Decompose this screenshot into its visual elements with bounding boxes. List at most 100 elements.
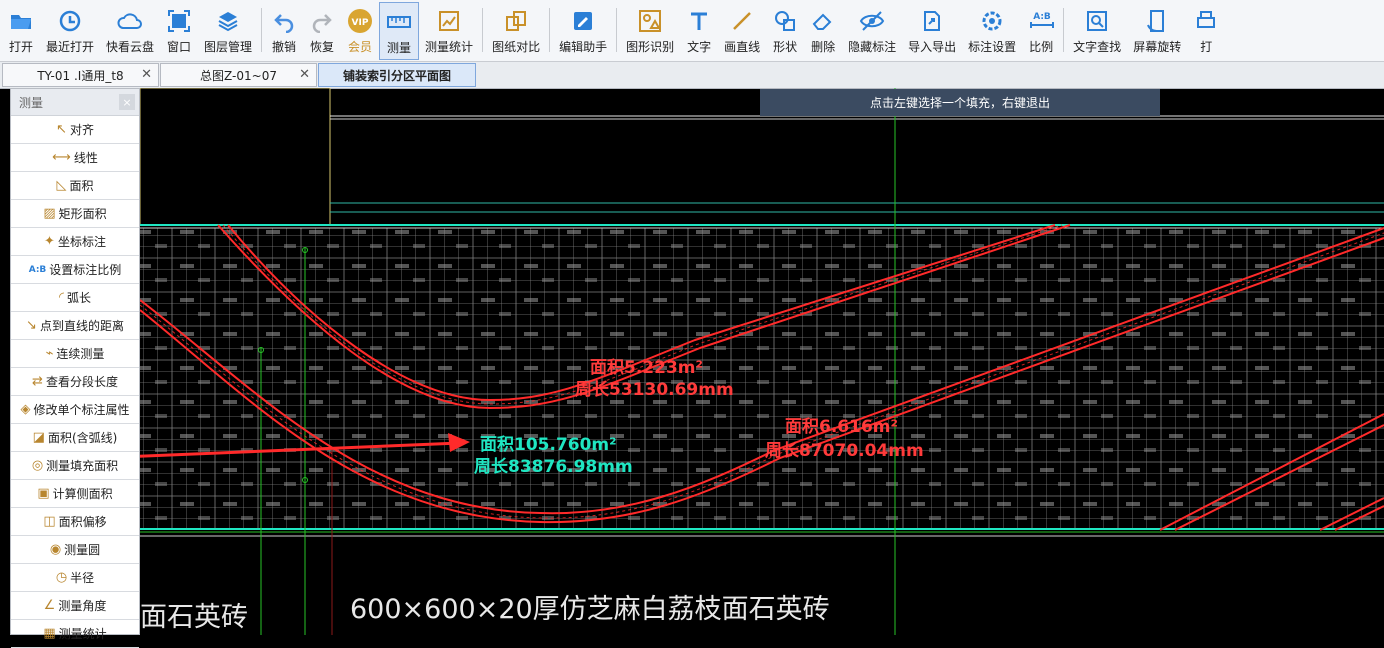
tool-align[interactable]: ↖ 对齐 xyxy=(11,116,139,144)
segment-length-icon: ⇄ xyxy=(32,374,43,389)
tool-label: 测量填充面积 xyxy=(46,459,119,473)
tool-linear[interactable]: ⟷ 线性 xyxy=(11,144,139,172)
measure-icon xyxy=(386,9,412,35)
toolbar-button-eraser[interactable]: 删除 xyxy=(804,2,842,60)
toolbar-separator xyxy=(482,8,484,52)
annotation-perimeter-1: 周长53130.69mm xyxy=(575,379,734,400)
tool-label: 面积偏移 xyxy=(58,515,107,529)
toolbar-button-window[interactable]: 窗口 xyxy=(160,2,198,60)
toolbar-button-shape-recognition[interactable]: 图形识别 xyxy=(620,2,680,60)
tab-ty01[interactable]: TY-01 .I通用_t8 ✕ xyxy=(2,63,159,87)
tool-area[interactable]: ◺ 面积 xyxy=(11,172,139,200)
tool-label: 坐标标注 xyxy=(57,235,106,249)
toolbar-button-label: 图层管理 xyxy=(204,40,253,54)
toolbar-button-print[interactable]: 打 xyxy=(1187,2,1225,60)
toolbar-button-edit-assistant[interactable]: 编辑助手 xyxy=(553,2,613,60)
tool-edit-annotation[interactable]: ◈ 修改单个标注属性 xyxy=(11,396,139,424)
toolbar-button-line[interactable]: 画直线 xyxy=(718,2,766,60)
scale-icon: A:B xyxy=(1028,8,1055,34)
svg-text:VIP: VIP xyxy=(352,18,369,28)
toolbar-button-annotation-settings[interactable]: 标注设置 xyxy=(962,2,1022,60)
tool-stats[interactable]: ▦ 测量统计 xyxy=(11,620,139,648)
toolbar-button-label: 文字查找 xyxy=(1073,40,1122,54)
area-offset-icon: ◫ xyxy=(43,514,56,529)
tab-zongtu[interactable]: 总图Z-01~07 ✕ xyxy=(160,63,317,87)
toolbar-button-redo[interactable]: 恢复 xyxy=(303,2,341,60)
arc-length-icon: ◜ xyxy=(58,290,65,305)
tool-segment-length[interactable]: ⇄ 查看分段长度 xyxy=(11,368,139,396)
stats-icon: ▦ xyxy=(43,626,56,641)
tool-scale-setting[interactable]: A:B 设置标注比例 xyxy=(11,256,139,284)
tool-radius[interactable]: ◷ 半径 xyxy=(11,564,139,592)
tool-label: 面积 xyxy=(69,179,94,193)
tool-label: 测量角度 xyxy=(58,599,107,613)
tool-label: 连续测量 xyxy=(56,347,105,361)
toolbar-button-label: 测量 xyxy=(387,41,412,55)
material-caption-partial: 面石英砖 xyxy=(140,602,248,633)
toolbar-button-text-search[interactable]: 文字查找 xyxy=(1067,2,1127,60)
toolbar-button-open-folder[interactable]: 打开 xyxy=(2,2,40,60)
toolbar-button-compare[interactable]: 图纸对比 xyxy=(486,2,546,60)
toolbar-button-scale[interactable]: A:B 比例 xyxy=(1022,2,1060,60)
annotation-perimeter-2: 周长83876.98mm xyxy=(474,456,633,477)
status-hint: 点击左键选择一个填充，右键退出 xyxy=(760,89,1160,116)
tool-label: 点到直线的距离 xyxy=(39,319,124,333)
toolbar-button-measure-stats[interactable]: 测量统计 xyxy=(419,2,479,60)
tool-label: 计算侧面积 xyxy=(52,487,113,501)
toolbar-button-label: 测量统计 xyxy=(425,40,474,54)
toolbar-button-shape[interactable]: 形状 xyxy=(766,2,804,60)
toolbar-button-label: 标注设置 xyxy=(968,40,1017,54)
toolbar-button-label: 隐藏标注 xyxy=(848,40,897,54)
tool-arc-area[interactable]: ◪ 面积(含弧线) xyxy=(11,424,139,452)
window-icon xyxy=(166,8,192,34)
toolbar-button-vip[interactable]: VIP 会员 xyxy=(341,2,379,60)
rotate-screen-icon xyxy=(1144,8,1170,34)
annotation-settings-icon xyxy=(979,8,1005,34)
tool-fill-area[interactable]: ◎ 测量填充面积 xyxy=(11,452,139,480)
circle-measure-icon: ◉ xyxy=(49,542,62,557)
toolbar-button-cloud[interactable]: 快看云盘 xyxy=(100,2,160,60)
recent-icon xyxy=(57,8,83,34)
compare-icon xyxy=(503,8,529,34)
tool-rect-area[interactable]: ▨ 矩形面积 xyxy=(11,200,139,228)
toolbar-button-recent[interactable]: 最近打开 xyxy=(40,2,100,60)
toolbar-separator xyxy=(1063,8,1065,52)
tool-area-offset[interactable]: ◫ 面积偏移 xyxy=(11,508,139,536)
toolbar-button-label: 屏幕旋转 xyxy=(1133,40,1182,54)
annotation-perimeter-3: 周长87070.04mm xyxy=(765,440,924,461)
toolbar-button-label: 形状 xyxy=(773,40,798,54)
toolbar-button-hide-annotation[interactable]: 隐藏标注 xyxy=(842,2,902,60)
toolbar-button-layers[interactable]: 图层管理 xyxy=(198,2,258,60)
scale-setting-icon: A:B xyxy=(28,264,47,275)
tool-label: 测量圆 xyxy=(64,543,101,557)
tool-circle-measure[interactable]: ◉ 测量圆 xyxy=(11,536,139,564)
arc-area-icon: ◪ xyxy=(32,430,45,445)
edit-annotation-icon: ◈ xyxy=(20,402,31,417)
toolbar-button-rotate-screen[interactable]: 屏幕旋转 xyxy=(1127,2,1187,60)
tool-label: 对齐 xyxy=(69,123,94,137)
annotation-area-1: 面积5.223m² xyxy=(590,358,703,378)
close-icon[interactable]: ✕ xyxy=(141,67,152,82)
drawing-canvas[interactable]: 面积5.223m² 周长53130.69mm 面积105.760m² 周长838… xyxy=(0,88,1384,635)
tool-coordinate[interactable]: ✦ 坐标标注 xyxy=(11,228,139,256)
close-icon[interactable]: × xyxy=(119,94,135,110)
toolbar-separator xyxy=(261,8,263,52)
toolbar-button-measure[interactable]: 测量 xyxy=(379,2,420,60)
tool-side-area[interactable]: ▣ 计算侧面积 xyxy=(11,480,139,508)
close-icon[interactable]: ✕ xyxy=(299,67,310,82)
text-icon xyxy=(686,8,712,34)
tab-paving-plan[interactable]: 铺装索引分区平面图 xyxy=(318,63,476,87)
tool-point-line[interactable]: ↘ 点到直线的距离 xyxy=(11,312,139,340)
toolbar-button-label: 图纸对比 xyxy=(492,40,541,54)
toolbar-button-text[interactable]: 文字 xyxy=(680,2,718,60)
material-caption: 600×600×20厚仿芝麻白荔枝面石英砖 xyxy=(350,594,830,625)
toolbar-button-import-export[interactable]: 导入导出 xyxy=(902,2,962,60)
measure-panel: 测量 × ↖ 对齐 ⟷ 线性 ◺ 面积 ▨ 矩形面积 ✦ 坐标标注 A:B 设置标注比例 ◜ 弧长 ↘ 点到直… xyxy=(10,88,140,648)
shape-icon xyxy=(772,8,798,34)
toolbar-button-undo[interactable]: 撤销 xyxy=(265,2,303,60)
tool-continuous-measure[interactable]: ⌁ 连续测量 xyxy=(11,340,139,368)
tool-angle[interactable]: ∠ 测量角度 xyxy=(11,592,139,620)
toolbar-button-label: 会员 xyxy=(348,40,373,54)
tool-arc-length[interactable]: ◜ 弧长 xyxy=(11,284,139,312)
toolbar-button-label: 编辑助手 xyxy=(559,40,608,54)
